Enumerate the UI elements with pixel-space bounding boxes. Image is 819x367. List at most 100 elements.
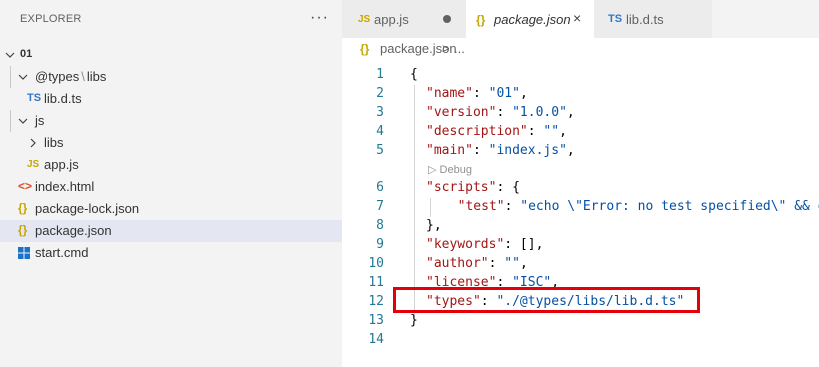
json-punctuation: : { xyxy=(496,180,520,195)
code-line[interactable]: 9 "keywords": [], xyxy=(342,236,819,255)
unsaved-dot-icon[interactable] xyxy=(443,15,451,23)
tree-item-label: libs xyxy=(44,135,64,150)
tree-file-app-js[interactable]: JS app.js xyxy=(0,154,342,176)
tree-file-lib-d-ts[interactable]: TS lib.d.ts xyxy=(0,88,342,110)
json-file-icon: {} xyxy=(18,223,28,237)
code-text: "description": "", xyxy=(426,124,567,139)
close-icon[interactable]: × xyxy=(573,10,581,26)
line-number: 2 xyxy=(376,86,384,101)
tree-item-label: package.json xyxy=(35,223,112,238)
tab-label: lib.d.ts xyxy=(626,12,664,27)
tree-folder-libs[interactable]: libs xyxy=(0,132,342,154)
code-line[interactable]: 5 "main": "index.js", xyxy=(342,142,819,161)
tree-item-label: js xyxy=(35,113,45,128)
json-key: "author" xyxy=(426,256,489,271)
tree-item-label: lib.d.ts xyxy=(44,91,82,106)
code-line[interactable]: 13} xyxy=(342,312,819,331)
tab-label: app.js xyxy=(374,12,409,27)
javascript-file-icon: JS xyxy=(358,14,371,25)
json-key: "keywords" xyxy=(426,237,505,252)
line-number: 1 xyxy=(376,67,384,82)
tree-item-label: start.cmd xyxy=(35,245,89,260)
tree-item-label: index.html xyxy=(35,179,95,194)
tree-item-label: app.js xyxy=(44,157,79,172)
code-line[interactable]: 3 "version": "1.0.0", xyxy=(342,104,819,123)
editor-tab-bar: JS app.js {} package.json × TS lib.d.ts xyxy=(342,0,819,38)
tree-folder-js[interactable]: js xyxy=(0,110,342,132)
json-file-icon: {} xyxy=(476,13,486,27)
json-string: "echo \"Error: no test specified\" && ex… xyxy=(520,199,819,214)
line-number: 4 xyxy=(376,124,384,139)
json-punctuation: , xyxy=(519,86,528,101)
code-line[interactable]: 6 "scripts": { xyxy=(342,179,819,198)
code-line[interactable]: 1{ xyxy=(342,66,819,85)
code-line[interactable]: 8}, xyxy=(342,217,819,236)
code-text: }, xyxy=(426,218,442,233)
tree-file-package-lock-json[interactable]: {} package-lock.json xyxy=(0,198,342,220)
typescript-file-icon: TS xyxy=(608,13,623,25)
tree-file-index-html[interactable]: <> index.html xyxy=(0,176,342,198)
code-text: "main": "index.js", xyxy=(426,143,575,158)
tab-app-js[interactable]: JS app.js xyxy=(342,0,467,38)
breadcrumb: {} package.json > ... xyxy=(342,38,819,60)
json-punctuation: : xyxy=(472,86,489,101)
json-key: "description" xyxy=(426,124,528,139)
json-punctuation: { xyxy=(410,67,418,82)
explorer-header: EXPLORER ··· xyxy=(0,0,342,38)
line-number: 10 xyxy=(368,256,384,271)
debug-codelens[interactable]: ▷ Debug xyxy=(342,161,819,179)
json-punctuation: : xyxy=(496,105,513,120)
json-punctuation: , xyxy=(566,105,575,120)
json-punctuation: } xyxy=(410,313,418,328)
json-key: "name" xyxy=(426,86,473,101)
debug-codelens-label[interactable]: ▷ Debug xyxy=(428,163,472,176)
typescript-file-icon: TS xyxy=(27,92,42,104)
html-file-icon: <> xyxy=(18,179,33,193)
code-text: "test": "echo \"Error: no test specified… xyxy=(442,199,819,214)
json-punctuation: : [], xyxy=(504,237,544,252)
json-file-icon: {} xyxy=(360,42,370,56)
tab-package-json[interactable]: {} package.json × xyxy=(466,0,595,38)
code-line[interactable]: 2 "name": "01", xyxy=(342,85,819,104)
line-number: 8 xyxy=(376,218,384,233)
json-string: "01" xyxy=(488,86,520,101)
json-punctuation: : xyxy=(472,143,489,158)
line-number: 7 xyxy=(376,199,384,214)
json-key: "scripts" xyxy=(426,180,497,195)
json-key: "main" xyxy=(426,143,473,158)
json-punctuation: : xyxy=(504,199,521,214)
code-text: { xyxy=(410,67,418,82)
indent-guide xyxy=(10,66,11,88)
code-line[interactable]: 4 "description": "", xyxy=(342,123,819,142)
code-text: "author": "", xyxy=(426,256,528,271)
json-punctuation: }, xyxy=(426,218,442,233)
code-text: "scripts": { xyxy=(426,180,520,195)
highlight-annotation-box xyxy=(393,287,700,313)
line-number: 6 xyxy=(376,180,384,195)
breadcrumb-separator: > xyxy=(442,41,450,56)
code-line[interactable]: 10 "author": "", xyxy=(342,255,819,274)
tab-label: package.json xyxy=(494,12,571,27)
json-string: "" xyxy=(543,124,560,139)
more-actions-icon[interactable]: ··· xyxy=(310,9,329,27)
code-text: "keywords": [], xyxy=(426,237,543,252)
tree-folder-01[interactable]: 01 xyxy=(0,44,342,66)
line-number: 12 xyxy=(368,294,384,309)
code-text: } xyxy=(410,313,418,328)
chevron-down-icon xyxy=(18,118,28,124)
json-string: "index.js" xyxy=(488,143,567,158)
breadcrumb-ellipsis[interactable]: ... xyxy=(454,41,465,56)
tree-file-start-cmd[interactable]: start.cmd xyxy=(0,242,342,264)
code-text: "name": "01", xyxy=(426,86,528,101)
code-line[interactable]: 14 xyxy=(342,331,819,350)
tree-file-package-json[interactable]: {} package.json xyxy=(0,220,342,242)
tab-lib-d-ts[interactable]: TS lib.d.ts xyxy=(594,0,713,38)
code-editor[interactable]: 1{2 "name": "01", 3 "version": "1.0.0", 4 "de… xyxy=(342,66,819,367)
javascript-file-icon: JS xyxy=(27,159,40,170)
tree-folder-types-libs[interactable]: @types \ libs xyxy=(0,66,342,88)
line-number: 3 xyxy=(376,105,384,120)
line-number: 5 xyxy=(376,143,384,158)
code-line[interactable]: 7 "test": "echo \"Error: no test specifi… xyxy=(342,198,819,217)
json-punctuation: : xyxy=(488,256,505,271)
windows-cmd-icon xyxy=(18,247,30,259)
